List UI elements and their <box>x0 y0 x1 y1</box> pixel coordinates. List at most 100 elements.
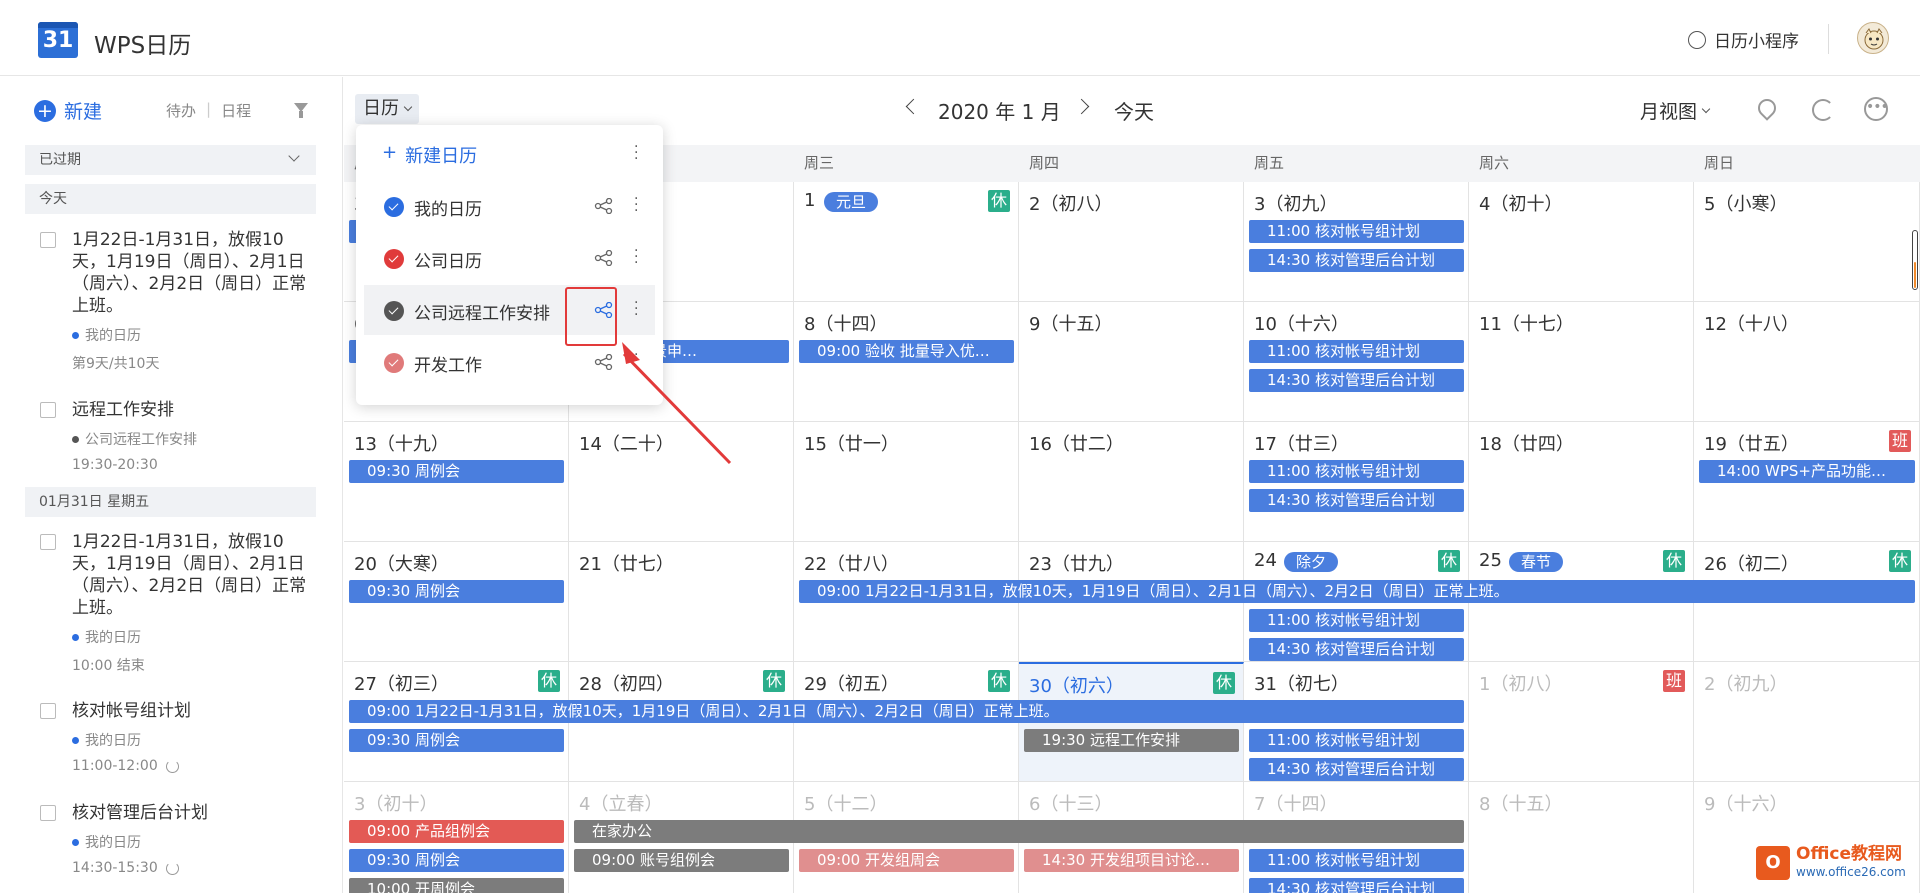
day-cell[interactable]: 2（初八） <box>1019 182 1244 302</box>
event-chip[interactable]: 11:00 核对帐号组计划 <box>1249 220 1464 243</box>
avatar[interactable] <box>1857 22 1889 54</box>
day-number: 6（十三） <box>1029 794 1113 815</box>
task-item[interactable]: 核对帐号组计划 我的日历 11:00-12:00 <box>40 700 310 774</box>
task-checkbox[interactable] <box>40 232 56 248</box>
add-calendar-button[interactable]: + 新建日历 <box>382 142 477 168</box>
more-vertical-icon[interactable]: ··· <box>634 140 638 166</box>
sidebar-tabs: 待办 | 日程 <box>166 100 251 121</box>
event-chip[interactable]: 09:00 账号组例会 <box>574 849 789 872</box>
event-chip[interactable]: 10:00 开周例会 <box>349 878 564 893</box>
check-icon[interactable] <box>384 197 404 217</box>
location-pin-icon[interactable] <box>1754 95 1780 121</box>
event-chip[interactable]: 14:00 WPS+产品功能… <box>1699 460 1915 483</box>
event-chip[interactable]: 09:00 开发组周会 <box>799 849 1014 872</box>
calendar-dot-icon <box>72 633 79 641</box>
scrollbar[interactable] <box>1912 230 1918 290</box>
day-cell[interactable]: 11（十七） <box>1469 302 1694 422</box>
event-chip[interactable]: 14:30 核对管理后台计划 <box>1249 638 1464 661</box>
day-cell[interactable]: 1 元旦 休 <box>794 182 1019 302</box>
check-icon[interactable] <box>384 353 404 373</box>
calendar-item-mine[interactable]: 我的日历 · · · <box>364 181 655 231</box>
event-chip[interactable]: 14:30 核对管理后台计划 <box>1249 878 1464 893</box>
task-time: 19:30-20:30 <box>72 457 158 473</box>
task-checkbox[interactable] <box>40 703 56 719</box>
task-checkbox[interactable] <box>40 402 56 418</box>
event-chip[interactable]: 在家办公 <box>574 820 1464 843</box>
task-checkbox[interactable] <box>40 534 56 550</box>
day-number: 25 <box>1479 550 1502 571</box>
filter-icon[interactable] <box>294 103 308 118</box>
event-chip[interactable]: 14:30 核对管理后台计划 <box>1249 369 1464 392</box>
day-cell[interactable]: 18（廿四） <box>1469 422 1694 542</box>
day-cell[interactable]: 1（初八） 班 <box>1469 662 1694 782</box>
day-cell[interactable]: 9（十五） <box>1019 302 1244 422</box>
view-selector[interactable]: 月视图 <box>1640 97 1711 124</box>
event-chip[interactable]: 09:00 产品组例会 <box>349 820 564 843</box>
today-button[interactable]: 今天 <box>1114 96 1154 125</box>
day-cell[interactable]: 2（初九） <box>1694 662 1920 782</box>
tab-schedule[interactable]: 日程 <box>221 100 251 121</box>
share-icon[interactable] <box>594 250 614 266</box>
task-item[interactable]: 核对管理后台计划 我的日历 14:30-15:30 <box>40 802 310 876</box>
calendar-dot-icon <box>72 435 79 443</box>
section-expired[interactable]: 已过期 <box>25 145 316 175</box>
event-chip[interactable]: 14:30 开发组项目讨论… <box>1024 849 1239 872</box>
day-cell[interactable]: 4（初十） <box>1469 182 1694 302</box>
event-chip[interactable]: 09:00 1月22日-1月31日，放假10天，1月19日（周日）、2月1日（周… <box>349 700 1464 723</box>
event-chip[interactable]: 11:00 核对帐号组计划 <box>1249 460 1464 483</box>
calendar-item-company[interactable]: 公司日历 · · · <box>364 233 655 283</box>
share-icon[interactable] <box>594 198 614 214</box>
task-item[interactable]: 远程工作安排 公司远程工作安排 19:30-20:30 <box>40 399 310 473</box>
event-chip[interactable]: 14:30 核对管理后台计划 <box>1249 249 1464 272</box>
day-cell[interactable]: 16（廿二） <box>1019 422 1244 542</box>
day-cell[interactable]: 5（小寒） <box>1694 182 1920 302</box>
divider <box>1828 24 1829 54</box>
event-chip[interactable]: 09:30 周例会 <box>349 580 564 603</box>
event-chip[interactable]: 14:30 核对管理后台计划 <box>1249 489 1464 512</box>
prev-month-button[interactable] <box>905 98 922 115</box>
event-chip[interactable]: 11:00 核对帐号组计划 <box>1249 849 1464 872</box>
weekday-label: 周四 <box>1029 154 1060 172</box>
next-month-button[interactable] <box>1073 98 1090 115</box>
task-checkbox[interactable] <box>40 805 56 821</box>
event-chip[interactable]: 11:00 核对帐号组计划 <box>1249 340 1464 363</box>
tab-todo[interactable]: 待办 <box>166 100 196 121</box>
refresh-icon[interactable] <box>1812 99 1834 121</box>
event-chip[interactable]: 19:30 远程工作安排 <box>1024 729 1239 752</box>
more-vertical-icon[interactable]: ··· <box>634 192 638 218</box>
task-item[interactable]: 1月22日-1月31日，放假10天，1月19日（周日）、2月1日（周六）、2月2… <box>40 531 310 675</box>
day-number: 3（初十） <box>354 794 438 815</box>
calendar-dot-icon <box>72 736 79 744</box>
event-chip[interactable]: 11:00 核对帐号组计划 <box>1249 609 1464 632</box>
mini-program-link[interactable]: 日历小程序 <box>1688 27 1799 52</box>
day-number: 31（初七） <box>1254 674 1349 695</box>
day-cell[interactable]: 12（十八） <box>1694 302 1920 422</box>
workday-badge: 班 <box>1663 670 1685 692</box>
add-calendar-row[interactable]: + 新建日历 · · · <box>364 129 655 179</box>
holiday-tag: 春节 <box>1509 552 1564 572</box>
check-icon[interactable] <box>384 301 404 321</box>
event-chip[interactable]: 14:30 核对管理后台计划 <box>1249 758 1464 781</box>
event-chip[interactable]: 09:30 周例会 <box>349 460 564 483</box>
new-button[interactable]: + 新建 <box>34 97 102 124</box>
event-chip[interactable]: 11:00 核对帐号组计划 <box>1249 729 1464 752</box>
day-number: 21（廿七） <box>579 554 674 575</box>
event-chip[interactable]: 09:30 周例会 <box>349 849 564 872</box>
section-today-label: 今天 <box>39 191 67 207</box>
task-item[interactable]: 1月22日-1月31日，放假10天，1月19日（周日）、2月1日（周六）、2月2… <box>40 229 310 373</box>
event-chip[interactable]: 09:30 周例会 <box>349 729 564 752</box>
check-icon[interactable] <box>384 249 404 269</box>
event-chip[interactable]: 09:00 1月22日-1月31日，放假10天，1月19日（周日）、2月1日（周… <box>799 580 1915 603</box>
day-cell[interactable]: 15（廿一） <box>794 422 1019 542</box>
more-icon[interactable]: ••• <box>1864 97 1889 121</box>
more-vertical-icon[interactable]: ··· <box>634 244 638 270</box>
calendar-name: 开发工作 <box>414 356 482 376</box>
repeat-icon <box>165 759 179 773</box>
calendar-list-toggle[interactable]: 日历 <box>355 94 419 124</box>
calendar-name: 公司远程工作安排 <box>414 304 550 324</box>
event-chip[interactable]: 09:00 验收 批量导入优… <box>799 340 1014 363</box>
day-cell[interactable]: 21（廿七） <box>569 542 794 662</box>
more-vertical-icon[interactable]: ··· <box>634 296 638 322</box>
day-cell[interactable]: 8（十五） <box>1469 782 1694 893</box>
mini-program-label: 日历小程序 <box>1714 32 1799 52</box>
